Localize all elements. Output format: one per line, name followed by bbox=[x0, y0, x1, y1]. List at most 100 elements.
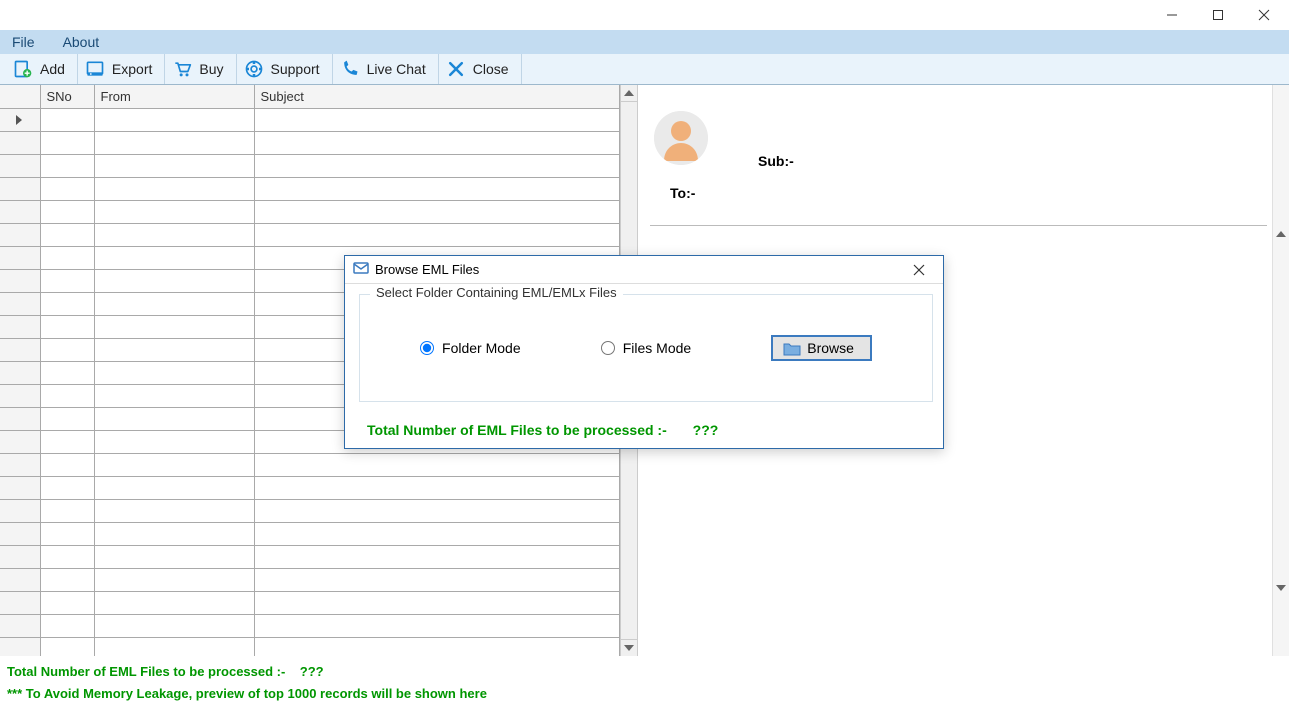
table-row[interactable] bbox=[0, 476, 620, 499]
cell[interactable] bbox=[94, 407, 254, 430]
radio-files-mode[interactable]: Files Mode bbox=[601, 340, 691, 356]
cell[interactable] bbox=[94, 269, 254, 292]
cell[interactable] bbox=[40, 269, 94, 292]
cell[interactable] bbox=[94, 499, 254, 522]
livechat-button[interactable]: Live Chat bbox=[333, 54, 439, 84]
table-row[interactable] bbox=[0, 108, 620, 131]
cell[interactable] bbox=[254, 591, 620, 614]
cell[interactable] bbox=[40, 338, 94, 361]
menu-file[interactable]: File bbox=[12, 34, 35, 50]
cell[interactable] bbox=[94, 545, 254, 568]
radio-folder-mode[interactable]: Folder Mode bbox=[420, 340, 521, 356]
cell[interactable] bbox=[40, 223, 94, 246]
cell[interactable] bbox=[254, 637, 620, 656]
cell[interactable] bbox=[40, 453, 94, 476]
cell[interactable] bbox=[254, 568, 620, 591]
table-row[interactable] bbox=[0, 223, 620, 246]
cell[interactable] bbox=[94, 154, 254, 177]
cell[interactable] bbox=[40, 476, 94, 499]
table-row[interactable] bbox=[0, 453, 620, 476]
table-row[interactable] bbox=[0, 177, 620, 200]
cell[interactable] bbox=[40, 361, 94, 384]
cell[interactable] bbox=[94, 246, 254, 269]
cell[interactable] bbox=[94, 384, 254, 407]
cell[interactable] bbox=[254, 453, 620, 476]
cell[interactable] bbox=[40, 545, 94, 568]
cell[interactable] bbox=[94, 476, 254, 499]
preview-scroll-up-icon[interactable] bbox=[1273, 225, 1289, 242]
cell[interactable] bbox=[254, 545, 620, 568]
export-button[interactable]: Export bbox=[78, 54, 165, 84]
cell[interactable] bbox=[94, 108, 254, 131]
table-row[interactable] bbox=[0, 522, 620, 545]
col-subject[interactable]: Subject bbox=[254, 85, 620, 108]
window-close-button[interactable] bbox=[1241, 0, 1287, 30]
cell[interactable] bbox=[254, 200, 620, 223]
cell[interactable] bbox=[254, 154, 620, 177]
cell[interactable] bbox=[40, 499, 94, 522]
menu-about[interactable]: About bbox=[63, 34, 100, 50]
cell[interactable] bbox=[40, 384, 94, 407]
table-row[interactable] bbox=[0, 614, 620, 637]
cell[interactable] bbox=[40, 430, 94, 453]
cell[interactable] bbox=[254, 614, 620, 637]
cell[interactable] bbox=[40, 614, 94, 637]
cell[interactable] bbox=[254, 131, 620, 154]
cell[interactable] bbox=[40, 131, 94, 154]
cell[interactable] bbox=[254, 476, 620, 499]
cell[interactable] bbox=[254, 177, 620, 200]
table-row[interactable] bbox=[0, 545, 620, 568]
table-row[interactable] bbox=[0, 568, 620, 591]
buy-button[interactable]: Buy bbox=[165, 54, 236, 84]
cell[interactable] bbox=[94, 361, 254, 384]
cell[interactable] bbox=[94, 223, 254, 246]
col-from[interactable]: From bbox=[94, 85, 254, 108]
close-button[interactable]: Close bbox=[439, 54, 522, 84]
cell[interactable] bbox=[254, 108, 620, 131]
cell[interactable] bbox=[94, 292, 254, 315]
cell[interactable] bbox=[94, 430, 254, 453]
cell[interactable] bbox=[254, 223, 620, 246]
cell[interactable] bbox=[40, 591, 94, 614]
radio-folder-input[interactable] bbox=[420, 341, 434, 355]
cell[interactable] bbox=[94, 637, 254, 656]
table-row[interactable] bbox=[0, 637, 620, 656]
cell[interactable] bbox=[254, 499, 620, 522]
cell[interactable] bbox=[94, 522, 254, 545]
support-button[interactable]: Support bbox=[237, 54, 333, 84]
table-row[interactable] bbox=[0, 131, 620, 154]
table-row[interactable] bbox=[0, 499, 620, 522]
dialog-close-button[interactable] bbox=[899, 256, 939, 284]
cell[interactable] bbox=[94, 453, 254, 476]
browse-button[interactable]: Browse bbox=[771, 335, 872, 361]
scroll-up-icon[interactable] bbox=[621, 85, 637, 102]
scroll-down-icon[interactable] bbox=[621, 639, 637, 656]
cell[interactable] bbox=[94, 591, 254, 614]
cell[interactable] bbox=[94, 568, 254, 591]
cell[interactable] bbox=[40, 177, 94, 200]
table-row[interactable] bbox=[0, 200, 620, 223]
cell[interactable] bbox=[94, 338, 254, 361]
cell[interactable] bbox=[40, 407, 94, 430]
cell[interactable] bbox=[94, 177, 254, 200]
cell[interactable] bbox=[94, 614, 254, 637]
cell[interactable] bbox=[40, 246, 94, 269]
cell[interactable] bbox=[40, 637, 94, 656]
cell[interactable] bbox=[40, 315, 94, 338]
table-row[interactable] bbox=[0, 591, 620, 614]
maximize-button[interactable] bbox=[1195, 0, 1241, 30]
col-sno[interactable]: SNo bbox=[40, 85, 94, 108]
cell[interactable] bbox=[40, 522, 94, 545]
cell[interactable] bbox=[254, 522, 620, 545]
cell[interactable] bbox=[40, 108, 94, 131]
cell[interactable] bbox=[40, 154, 94, 177]
cell[interactable] bbox=[40, 292, 94, 315]
minimize-button[interactable] bbox=[1149, 0, 1195, 30]
cell[interactable] bbox=[94, 200, 254, 223]
preview-scrollbar[interactable] bbox=[1272, 85, 1289, 656]
add-button[interactable]: Add bbox=[6, 54, 78, 84]
cell[interactable] bbox=[94, 315, 254, 338]
preview-scroll-down-icon[interactable] bbox=[1273, 579, 1289, 596]
cell[interactable] bbox=[40, 200, 94, 223]
cell[interactable] bbox=[40, 568, 94, 591]
